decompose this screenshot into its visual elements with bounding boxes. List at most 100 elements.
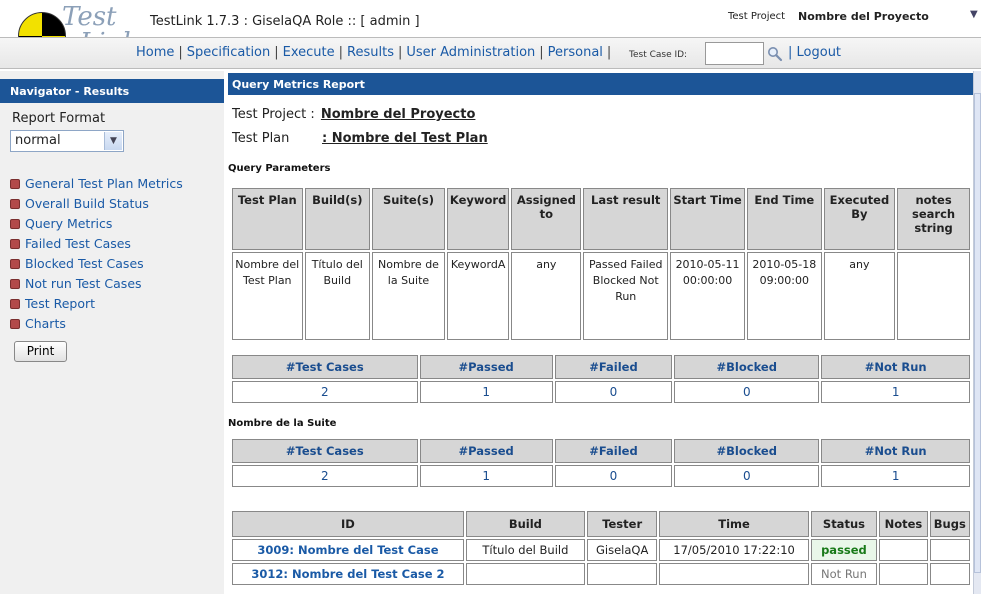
test-plan-label: Test Plan bbox=[232, 131, 290, 146]
column-header: Notes bbox=[879, 511, 928, 537]
table-cell: KeywordA bbox=[446, 252, 510, 340]
bullet-icon bbox=[10, 239, 20, 249]
column-header: Last result bbox=[583, 188, 669, 250]
chevron-down-icon[interactable]: ▼ bbox=[104, 132, 122, 150]
nav-item-test-report[interactable]: Test Report bbox=[10, 296, 183, 316]
column-header: End Time bbox=[746, 188, 822, 250]
chevron-down-icon[interactable]: ▼ bbox=[970, 9, 978, 20]
table-cell: 1 bbox=[419, 381, 553, 403]
column-header: Executed By bbox=[823, 188, 896, 250]
table-cell: 0 bbox=[554, 465, 673, 487]
test-case-link[interactable]: 3012: Nombre del Test Case 2 bbox=[232, 563, 464, 585]
report-format-label: Report Format bbox=[12, 111, 106, 126]
print-button[interactable]: Print bbox=[14, 341, 67, 362]
nav-item-charts[interactable]: Charts bbox=[10, 316, 183, 336]
logout-label[interactable]: Logout bbox=[797, 45, 842, 60]
nav-item-overall-build-status[interactable]: Overall Build Status bbox=[10, 196, 183, 216]
nav-item-general-test-plan-metrics[interactable]: General Test Plan Metrics bbox=[10, 176, 183, 196]
column-header: #Passed bbox=[419, 355, 553, 379]
table-cell: 1 bbox=[821, 381, 970, 403]
test-project-value[interactable]: Nombre del Proyecto bbox=[321, 107, 476, 122]
test-plan-value[interactable]: : Nombre del Test Plan bbox=[322, 131, 488, 146]
search-icon[interactable] bbox=[767, 46, 783, 62]
column-header: Test Plan bbox=[232, 188, 303, 250]
main-menu: Home | Specification | Execute | Results | User … bbox=[136, 45, 615, 60]
report-format-select[interactable]: normal ▼ bbox=[10, 130, 124, 152]
menu-results[interactable]: Results bbox=[347, 45, 394, 60]
menu-separator: | bbox=[606, 45, 612, 60]
page-title: Query Metrics Report bbox=[228, 73, 973, 95]
nav-item-query-metrics[interactable]: Query Metrics bbox=[10, 216, 183, 236]
totals-summary-table: #Test Cases #Passed #Failed #Blocked #No… bbox=[230, 353, 972, 405]
table-cell: Nombre de la Suite bbox=[372, 252, 445, 340]
navigator-title: Navigator - Results bbox=[0, 79, 224, 103]
table-header-row: #Test Cases #Passed #Failed #Blocked #No… bbox=[232, 355, 970, 379]
column-header: Build(s) bbox=[304, 188, 371, 250]
table-cell bbox=[879, 539, 928, 561]
column-header: #Test Cases bbox=[232, 439, 418, 463]
column-header: Status bbox=[810, 511, 878, 537]
column-header: #Blocked bbox=[674, 355, 820, 379]
table-cell: Passed Failed Blocked Not Run bbox=[583, 252, 669, 340]
nav-item-not-run-test-cases[interactable]: Not run Test Cases bbox=[10, 276, 183, 296]
nav-item-label[interactable]: Overall Build Status bbox=[25, 196, 149, 211]
test-plan-line: Test Plan : Nombre del Test Plan bbox=[232, 131, 488, 146]
query-parameters-table: Test Plan Build(s) Suite(s) Keyword Assi… bbox=[230, 186, 972, 342]
test-project-label: Test Project bbox=[728, 11, 786, 22]
app-title: TestLink 1.7.3 : GiselaQA Role :: [ admi… bbox=[150, 14, 420, 29]
menu-user-administration[interactable]: User Administration bbox=[406, 45, 535, 60]
column-header: #Failed bbox=[554, 355, 673, 379]
table-cell: 2010-05-18 09:00:00 bbox=[746, 252, 822, 340]
table-cell bbox=[659, 563, 809, 585]
test-case-results-table: ID Build Tester Time Status Notes Bugs 3… bbox=[230, 509, 972, 587]
logout-link[interactable]: | Logout bbox=[788, 45, 841, 60]
table-cell: 0 bbox=[674, 381, 820, 403]
menu-execute[interactable]: Execute bbox=[283, 45, 335, 60]
nav-item-label[interactable]: General Test Plan Metrics bbox=[25, 176, 183, 191]
vertical-scrollbar[interactable] bbox=[973, 71, 981, 594]
nav-item-failed-test-cases[interactable]: Failed Test Cases bbox=[10, 236, 183, 256]
column-header: Suite(s) bbox=[372, 188, 445, 250]
scrollbar-thumb[interactable] bbox=[974, 93, 981, 573]
table-row: 3012: Nombre del Test Case 2 Not Run bbox=[232, 563, 970, 585]
menu-home[interactable]: Home bbox=[136, 45, 174, 60]
table-row: 3009: Nombre del Test Case Título del Bu… bbox=[232, 539, 970, 561]
table-cell: any bbox=[823, 252, 896, 340]
menu-personal[interactable]: Personal bbox=[548, 45, 603, 60]
bullet-icon bbox=[10, 179, 20, 189]
test-project-line: Test Project : Nombre del Proyecto bbox=[232, 107, 475, 122]
status-badge: passed bbox=[810, 539, 878, 561]
bullet-icon bbox=[10, 199, 20, 209]
nav-item-label[interactable]: Not run Test Cases bbox=[25, 276, 142, 291]
nav-item-label[interactable]: Charts bbox=[25, 316, 66, 331]
table-cell bbox=[929, 563, 970, 585]
table-cell bbox=[929, 539, 970, 561]
table-cell: 0 bbox=[554, 381, 673, 403]
menu-specification[interactable]: Specification bbox=[187, 45, 270, 60]
column-header: Bugs bbox=[929, 511, 970, 537]
bullet-icon bbox=[10, 219, 20, 229]
column-header: #Passed bbox=[419, 439, 553, 463]
test-project-selector[interactable]: Nombre del Proyecto bbox=[798, 10, 929, 23]
nav-item-blocked-test-cases[interactable]: Blocked Test Cases bbox=[10, 256, 183, 276]
nav-item-label[interactable]: Query Metrics bbox=[25, 216, 112, 231]
column-header: Keyword bbox=[446, 188, 510, 250]
table-cell: 0 bbox=[674, 465, 820, 487]
menu-separator: | bbox=[338, 45, 344, 60]
column-header: ID bbox=[232, 511, 464, 537]
navigator-panel: Navigator - Results Report Format normal… bbox=[0, 71, 224, 594]
nav-item-label[interactable]: Failed Test Cases bbox=[25, 236, 131, 251]
table-row: Nombre del Test Plan Título del Build No… bbox=[232, 252, 970, 340]
status-badge: Not Run bbox=[810, 563, 878, 585]
table-cell: 17/05/2010 17:22:10 bbox=[659, 539, 809, 561]
table-cell: 2010-05-11 00:00:00 bbox=[670, 252, 745, 340]
test-case-link[interactable]: 3009: Nombre del Test Case bbox=[232, 539, 464, 561]
column-header: Build bbox=[465, 511, 585, 537]
table-cell: 2 bbox=[232, 465, 418, 487]
table-cell: Título del Build bbox=[304, 252, 371, 340]
nav-item-label[interactable]: Blocked Test Cases bbox=[25, 256, 144, 271]
menu-separator: | bbox=[178, 45, 183, 60]
nav-item-label[interactable]: Test Report bbox=[25, 296, 95, 311]
column-header: Time bbox=[659, 511, 809, 537]
test-case-id-input[interactable] bbox=[705, 42, 764, 65]
